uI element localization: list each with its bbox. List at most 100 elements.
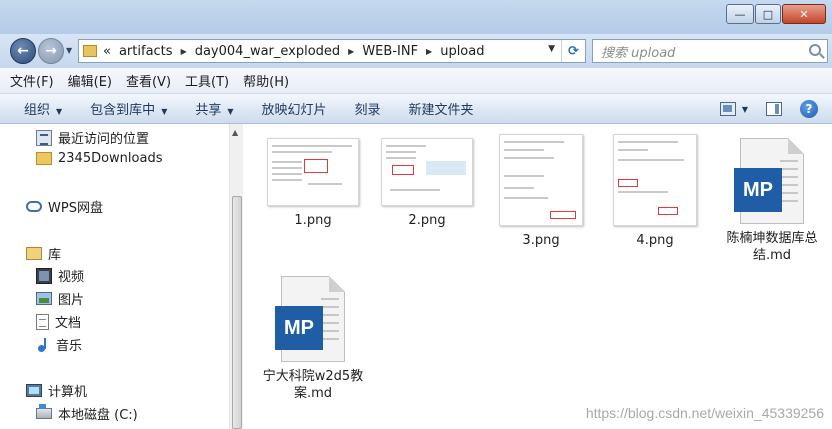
markdown-file-icon: MP bbox=[275, 276, 351, 362]
address-row: ← → ▼ « artifacts ▶ day004_war_exploded … bbox=[0, 34, 832, 68]
include-in-library-button[interactable]: 包含到库中 ▼ bbox=[90, 99, 167, 118]
file-name: 宁大科院w2d5教案.md bbox=[262, 369, 364, 401]
folder-icon bbox=[83, 45, 97, 57]
change-view-icon[interactable] bbox=[719, 102, 736, 116]
breadcrumb-artifacts[interactable]: artifacts bbox=[119, 44, 173, 59]
file-name: 陈楠坤数据库总结.md bbox=[726, 231, 818, 263]
nav-item-documents[interactable]: 文档 bbox=[36, 312, 81, 331]
search-icon[interactable] bbox=[809, 44, 821, 56]
file-list: 1.png 2.png 3.png 4.png MP 陈楠坤数据库总结.md M… bbox=[244, 124, 832, 429]
nav-item-label: 图片 bbox=[58, 293, 85, 308]
file-item-4-png[interactable]: 4.png bbox=[601, 134, 709, 249]
video-icon bbox=[36, 267, 52, 284]
nav-item-label: 视频 bbox=[58, 270, 85, 285]
file-name: 3.png bbox=[522, 233, 560, 248]
preview-pane-icon[interactable] bbox=[766, 102, 782, 116]
back-arrow-icon: ← bbox=[17, 43, 29, 59]
music-note-icon bbox=[36, 337, 50, 353]
breadcrumb-chevron-icon[interactable]: ▶ bbox=[426, 47, 432, 56]
nav-item-library[interactable]: 库 bbox=[26, 244, 61, 263]
menu-edit[interactable]: 编辑(E) bbox=[68, 71, 112, 90]
view-options-dropdown-icon[interactable]: ▼ bbox=[742, 105, 748, 114]
chevron-down-icon: ▼ bbox=[227, 107, 234, 116]
mp-badge: MP bbox=[275, 306, 323, 350]
search-box[interactable]: 搜索 upload bbox=[592, 39, 828, 63]
menu-file[interactable]: 文件(F) bbox=[10, 71, 54, 90]
png-thumbnail bbox=[267, 138, 359, 206]
file-name: 1.png bbox=[294, 213, 332, 228]
organize-label: 组织 bbox=[24, 103, 51, 118]
file-name: 4.png bbox=[636, 233, 674, 248]
nav-item-recent-places[interactable]: 最近访问的位置 bbox=[36, 128, 149, 147]
file-item-md-database-summary[interactable]: MP 陈楠坤数据库总结.md bbox=[718, 138, 826, 264]
refresh-button[interactable]: ⟳ bbox=[561, 40, 585, 62]
menu-view[interactable]: 查看(V) bbox=[126, 71, 171, 90]
scroll-up-icon[interactable]: ▲ bbox=[232, 128, 238, 137]
nav-item-label: WPS网盘 bbox=[48, 201, 103, 216]
window-titlebar: — □ ✕ bbox=[0, 0, 832, 34]
organize-button[interactable]: 组织 ▼ bbox=[24, 99, 62, 118]
back-button[interactable]: ← bbox=[10, 38, 36, 64]
folder-icon bbox=[36, 152, 52, 165]
scrollbar-thumb[interactable] bbox=[232, 196, 242, 429]
cloud-icon bbox=[26, 201, 42, 212]
file-name: 2.png bbox=[408, 213, 446, 228]
include-library-label: 包含到库中 bbox=[90, 103, 156, 118]
recent-places-icon bbox=[36, 129, 52, 146]
picture-icon bbox=[36, 292, 52, 305]
minimize-button[interactable]: — bbox=[726, 4, 754, 24]
file-item-3-png[interactable]: 3.png bbox=[487, 134, 595, 249]
breadcrumb-chevron-icon[interactable]: ▶ bbox=[181, 47, 187, 56]
mp-badge: MP bbox=[734, 168, 782, 212]
nav-item-pictures[interactable]: 图片 bbox=[36, 289, 84, 308]
menu-help[interactable]: 帮助(H) bbox=[243, 71, 289, 90]
png-thumbnail bbox=[381, 138, 473, 206]
nav-item-videos[interactable]: 视频 bbox=[36, 266, 84, 285]
navigation-scrollbar[interactable]: ▲ bbox=[229, 124, 243, 429]
forward-arrow-icon: → bbox=[45, 43, 57, 59]
slideshow-button[interactable]: 放映幻灯片 bbox=[262, 99, 327, 118]
file-item-1-png[interactable]: 1.png bbox=[259, 138, 367, 229]
view-controls: ▼ ? bbox=[719, 100, 818, 118]
nav-item-music[interactable]: 音乐 bbox=[36, 335, 82, 354]
computer-icon bbox=[26, 384, 42, 397]
nav-item-label: 最近访问的位置 bbox=[58, 132, 150, 147]
window-controls: — □ ✕ bbox=[725, 4, 826, 24]
library-icon bbox=[26, 247, 42, 260]
share-label: 共享 bbox=[195, 103, 222, 118]
menu-tools[interactable]: 工具(T) bbox=[185, 71, 229, 90]
nav-item-computer[interactable]: 计算机 bbox=[26, 381, 87, 400]
maximize-button[interactable]: □ bbox=[755, 4, 781, 24]
burn-button[interactable]: 刻录 bbox=[355, 99, 381, 118]
nav-item-label: 音乐 bbox=[56, 339, 83, 354]
chevron-down-icon: ▼ bbox=[56, 107, 63, 116]
file-item-2-png[interactable]: 2.png bbox=[373, 138, 481, 229]
help-icon[interactable]: ? bbox=[800, 100, 818, 118]
chevron-down-icon: ▼ bbox=[161, 107, 168, 116]
address-bar[interactable]: « artifacts ▶ day004_war_exploded ▶ WEB-… bbox=[78, 39, 586, 63]
nav-item-wps-cloud[interactable]: WPS网盘 bbox=[26, 197, 103, 216]
nav-item-label: 本地磁盘 (C:) bbox=[58, 408, 138, 423]
nav-item-label: 库 bbox=[48, 248, 62, 263]
address-history-dropdown-icon[interactable]: ▼ bbox=[548, 44, 555, 54]
navigation-pane: 最近访问的位置 2345Downloads WPS网盘 库 视频 图片 文档 音… bbox=[0, 124, 228, 429]
breadcrumb-web-inf[interactable]: WEB-INF bbox=[362, 44, 418, 59]
file-item-md-lesson-plan[interactable]: MP 宁大科院w2d5教案.md bbox=[259, 276, 367, 402]
share-button[interactable]: 共享 ▼ bbox=[195, 99, 233, 118]
close-button[interactable]: ✕ bbox=[782, 4, 826, 24]
breadcrumb-day004[interactable]: day004_war_exploded bbox=[195, 44, 340, 59]
breadcrumb-upload[interactable]: upload bbox=[440, 44, 484, 59]
search-placeholder: 搜索 upload bbox=[601, 45, 676, 61]
forward-button[interactable]: → bbox=[38, 38, 64, 64]
document-icon bbox=[36, 313, 49, 330]
nav-item-2345downloads[interactable]: 2345Downloads bbox=[36, 151, 162, 166]
recent-pages-dropdown-icon[interactable]: ▼ bbox=[66, 46, 72, 55]
breadcrumb-chevron-icon[interactable]: ▶ bbox=[348, 47, 354, 56]
nav-item-label: 2345Downloads bbox=[58, 151, 163, 166]
new-folder-button[interactable]: 新建文件夹 bbox=[409, 99, 474, 118]
nav-item-local-disk[interactable]: 本地磁盘 (C:) bbox=[36, 404, 138, 423]
breadcrumb-overflow[interactable]: « bbox=[103, 44, 111, 59]
watermark-text: https://blog.csdn.net/weixin_45339256 bbox=[585, 405, 824, 421]
png-thumbnail bbox=[613, 134, 697, 226]
nav-item-label: 计算机 bbox=[48, 385, 88, 400]
